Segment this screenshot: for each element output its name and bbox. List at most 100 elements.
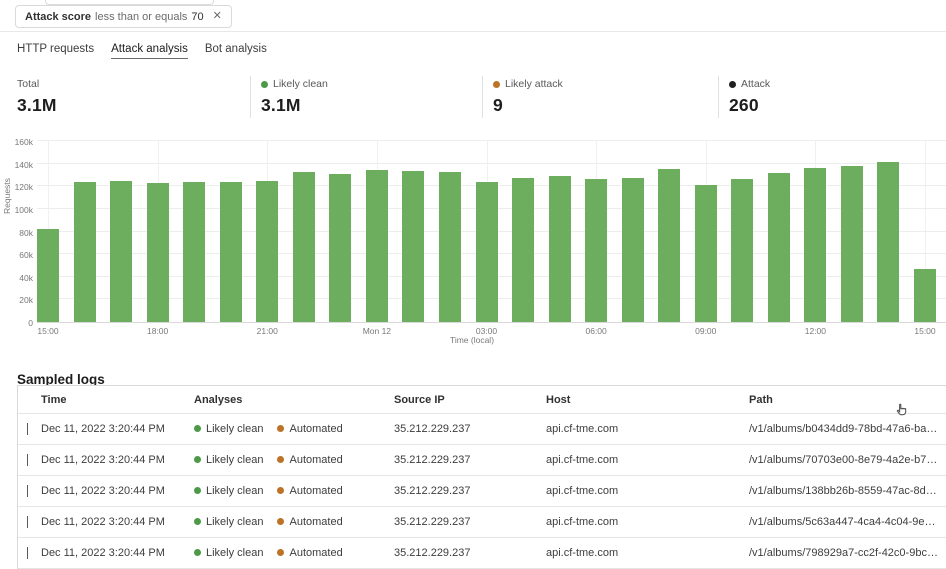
cell-source-ip: 35.212.229.237	[394, 423, 546, 435]
cell-host: api.cf-tme.com	[546, 485, 749, 497]
y-axis-tick-label: 120k	[0, 182, 33, 192]
bar[interactable]	[74, 182, 96, 322]
sampled-logs-table: Time Analyses Source IP Host Path Dec 11…	[17, 385, 946, 569]
stat-value: 9	[493, 95, 718, 116]
bar[interactable]	[183, 182, 205, 322]
col-header-path: Path	[749, 394, 946, 406]
analysis-label: Automated	[289, 423, 342, 435]
bar[interactable]	[622, 178, 644, 322]
filter-chip-attack-score[interactable]: Attack score less than or equals 70 ✕	[15, 5, 232, 28]
filter-condition-label: less than or equals	[95, 11, 187, 23]
cell-analyses: Likely clean Automated	[194, 423, 394, 436]
y-axis-tick-label: 20k	[0, 295, 33, 305]
bar[interactable]	[914, 269, 936, 322]
bar[interactable]	[220, 182, 242, 322]
y-axis-tick-label: 140k	[0, 160, 33, 170]
table-row[interactable]: Dec 11, 2022 3:20:44 PM Likely clean Autom…	[18, 476, 946, 507]
cell-path: /v1/albums/b0434dd9-78bd-47a6-baa8-59aed…	[749, 423, 946, 435]
tab-bot-analysis[interactable]: Bot analysis	[205, 43, 267, 59]
analysis-label: Likely clean	[206, 423, 263, 435]
bar[interactable]	[841, 166, 863, 322]
cell-time: Dec 11, 2022 3:20:44 PM	[41, 516, 194, 528]
status-dot-icon	[194, 487, 201, 494]
analysis-label: Likely clean	[206, 454, 263, 466]
bar[interactable]	[439, 172, 461, 322]
likely-attack-dot-icon	[493, 81, 500, 88]
attack-dot-icon	[729, 81, 736, 88]
bar[interactable]	[256, 181, 278, 322]
bar[interactable]	[476, 182, 498, 322]
col-header-analyses: Analyses	[194, 394, 394, 406]
chevron-right-icon[interactable]	[27, 485, 28, 497]
bar[interactable]	[804, 168, 826, 322]
cell-host: api.cf-tme.com	[546, 423, 749, 435]
bar[interactable]	[695, 185, 717, 322]
y-axis-tick-label: 80k	[0, 228, 33, 238]
tab-http-requests[interactable]: HTTP requests	[17, 43, 94, 59]
chevron-right-icon[interactable]	[27, 423, 28, 435]
tab-attack-analysis[interactable]: Attack analysis	[111, 43, 188, 59]
bar[interactable]	[110, 181, 132, 322]
cell-source-ip: 35.212.229.237	[394, 454, 546, 466]
table-row[interactable]: Dec 11, 2022 3:20:44 PMLikely cleanAutom…	[18, 507, 946, 538]
y-axis-tick-label: 40k	[0, 273, 33, 283]
bar[interactable]	[731, 179, 753, 322]
stat-label: Total	[17, 78, 39, 90]
analysis-label: Likely clean	[206, 485, 263, 497]
col-header-time: Time	[41, 394, 194, 406]
chevron-right-icon[interactable]	[27, 454, 28, 466]
table-row[interactable]: Dec 11, 2022 3:20:44 PMLikely cleanAutom…	[18, 538, 946, 569]
close-icon[interactable]: ✕	[213, 11, 222, 22]
cell-analyses: Likely cleanAutomated	[194, 516, 394, 529]
cell-time: Dec 11, 2022 3:20:44 PM	[41, 454, 194, 466]
cell-host: api.cf-tme.com	[546, 547, 749, 559]
bar[interactable]	[877, 162, 899, 322]
cell-path: /v1/albums/138bb26b-8559-47ac-8d5a-80ec8…	[749, 485, 946, 497]
table-header-row: Time Analyses Source IP Host Path	[18, 386, 946, 414]
cell-path: /v1/albums/798929a7-cc2f-42c0-9bce-72851…	[749, 547, 946, 559]
bar[interactable]	[147, 183, 169, 322]
divider	[0, 31, 946, 32]
bar[interactable]	[366, 170, 388, 322]
bar[interactable]	[329, 174, 351, 322]
y-axis-tick-label: 100k	[0, 205, 33, 215]
bar[interactable]	[37, 229, 59, 322]
bar[interactable]	[402, 171, 424, 322]
stat-value: 3.1M	[17, 95, 250, 116]
analysis-label: Automated	[289, 454, 342, 466]
stat-attack: Attack 260	[718, 76, 946, 118]
cell-path: /v1/albums/70703e00-8e79-4a2e-b7ff-bd192…	[749, 454, 946, 466]
bar[interactable]	[512, 178, 534, 322]
bar[interactable]	[549, 176, 571, 322]
chevron-right-icon[interactable]	[27, 547, 28, 559]
cell-time: Dec 11, 2022 3:20:44 PM	[41, 485, 194, 497]
stat-likely-attack: Likely attack 9	[482, 76, 718, 118]
bar[interactable]	[293, 172, 315, 322]
status-dot-icon	[194, 518, 201, 525]
analysis-label: Likely clean	[206, 516, 263, 528]
stat-label: Likely attack	[505, 78, 563, 90]
status-dot-icon	[194, 425, 201, 432]
status-dot-icon	[277, 425, 284, 432]
stat-value: 260	[729, 95, 946, 116]
gridline-horizontal	[37, 140, 946, 141]
chevron-right-icon[interactable]	[27, 516, 28, 528]
col-header-source-ip: Source IP	[394, 394, 546, 406]
status-dot-icon	[194, 549, 201, 556]
cell-analyses: Likely cleanAutomated	[194, 547, 394, 560]
analysis-label: Automated	[289, 485, 342, 497]
analysis-label: Automated	[289, 547, 342, 559]
cell-host: api.cf-tme.com	[546, 516, 749, 528]
bar[interactable]	[768, 173, 790, 322]
stat-value: 3.1M	[261, 95, 482, 116]
stat-label: Attack	[741, 78, 770, 90]
status-dot-icon	[277, 518, 284, 525]
table-row[interactable]: Dec 11, 2022 3:20:44 PMLikely cleanAutom…	[18, 414, 946, 445]
table-row[interactable]: Dec 11, 2022 3:20:44 PM Likely clean Autom…	[18, 445, 946, 476]
status-dot-icon	[277, 487, 284, 494]
analytics-tabs: HTTP requests Attack analysis Bot analys…	[17, 43, 267, 59]
bar[interactable]	[585, 179, 607, 322]
bar[interactable]	[658, 169, 680, 322]
stat-total: Total 3.1M	[17, 76, 250, 118]
status-dot-icon	[277, 549, 284, 556]
